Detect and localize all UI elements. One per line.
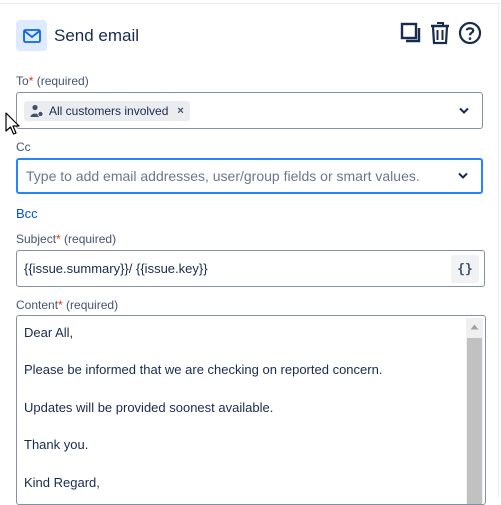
customers-icon (30, 104, 44, 118)
trash-icon (429, 21, 451, 50)
subject-label: Subject* (required) (16, 232, 117, 246)
to-select[interactable]: All customers involved × (16, 92, 483, 129)
mouse-pointer-icon (5, 112, 20, 135)
content-line: Dear All, (24, 325, 74, 340)
cc-placeholder: Type to add email addresses, user/group … (26, 168, 420, 184)
content-line: Thank you. (24, 437, 89, 452)
content-line: Updates will be provided soonest availab… (24, 400, 274, 415)
content-textarea[interactable]: Dear All, Please be informed that we are… (16, 315, 486, 505)
bcc-link[interactable]: Bcc (16, 206, 38, 221)
smart-value-button[interactable]: {} (451, 255, 479, 283)
to-label: To* (required) (16, 74, 89, 88)
action-header: Send email (16, 20, 486, 52)
recipient-chip-label: All customers involved (49, 104, 169, 118)
help-icon (458, 21, 482, 50)
right-divider (498, 3, 499, 497)
recipient-chip: All customers involved × (24, 101, 190, 121)
content-scrollbar[interactable] (466, 318, 483, 504)
chevron-down-icon[interactable] (458, 106, 470, 116)
help-button[interactable] (457, 21, 483, 50)
chip-remove-button[interactable]: × (177, 105, 183, 117)
duplicate-icon (400, 22, 422, 49)
subject-value: {{issue.summary}}/ {{issue.key}} (24, 261, 208, 276)
content-line: Please be informed that we are checking … (24, 362, 383, 377)
mail-icon (16, 20, 47, 51)
cc-label: Cc (16, 140, 31, 154)
action-title: Send email (54, 26, 140, 45)
duplicate-button[interactable] (398, 22, 424, 48)
subject-input[interactable]: {{issue.summary}}/ {{issue.key}} {} (16, 250, 485, 287)
delete-button[interactable] (427, 21, 453, 50)
content-label: Content* (required) (16, 298, 119, 312)
scroll-thumb[interactable] (467, 338, 482, 504)
top-divider (0, 3, 501, 4)
cc-input[interactable]: Type to add email addresses, user/group … (16, 158, 483, 194)
arrow-up-icon[interactable] (466, 318, 483, 335)
chevron-down-icon[interactable] (457, 171, 469, 181)
content-line: Kind Regard, (24, 475, 100, 490)
